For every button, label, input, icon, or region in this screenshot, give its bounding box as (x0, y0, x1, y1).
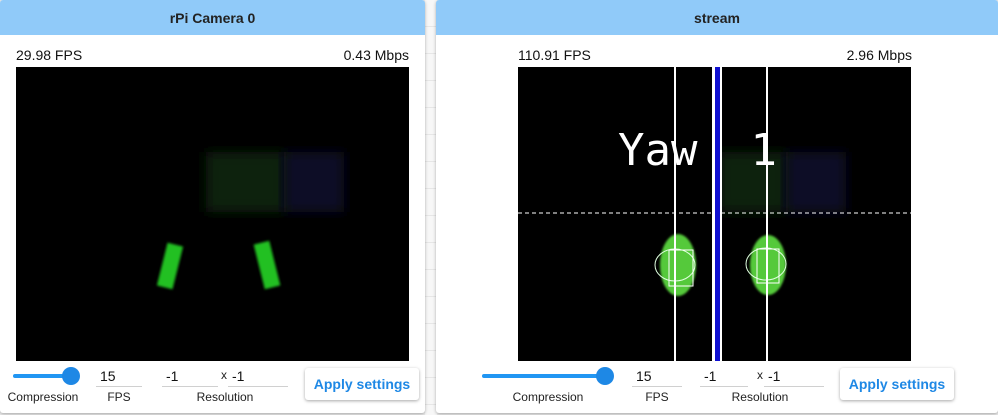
fps-input[interactable]: 15 (96, 367, 142, 387)
resolution-height-input[interactable]: -1 (764, 367, 824, 387)
resolution-width-input[interactable]: -1 (700, 367, 748, 387)
camera-panel-stream: stream 110.91 FPS 2.96 Mbps Yaw 1 Compre… (436, 0, 998, 413)
slider-thumb[interactable] (62, 367, 80, 385)
compression-label: Compression (512, 390, 584, 404)
panel-title: rPi Camera 0 (0, 0, 425, 35)
resolution-label: Resolution (196, 390, 254, 404)
compression-label: Compression (7, 390, 79, 404)
resolution-width-input[interactable]: -1 (162, 367, 218, 387)
compression-slider[interactable] (13, 367, 80, 385)
fps-stat: 110.91 FPS (518, 47, 591, 63)
bitrate-stat: 2.96 Mbps (846, 47, 912, 63)
fps-input[interactable]: 15 (632, 367, 682, 387)
panel-title: stream (436, 0, 998, 35)
dim-blue-glow (786, 152, 846, 212)
slider-track (482, 374, 604, 378)
fps-label: FPS (645, 390, 669, 404)
stream-video-feed: Yaw 1 (518, 67, 911, 361)
center-line (715, 67, 720, 361)
apply-settings-button[interactable]: Apply settings (840, 368, 954, 400)
left-target-blob (660, 234, 696, 296)
compression-slider[interactable] (482, 367, 614, 385)
resolution-separator: x (221, 368, 227, 382)
dim-blue-glow (284, 152, 344, 212)
camera-video-feed (16, 67, 409, 361)
resolution-separator: x (757, 368, 763, 382)
apply-settings-button[interactable]: Apply settings (305, 368, 419, 400)
camera-panel-rpi-camera-0: rPi Camera 0 29.98 FPS 0.43 Mbps Compres… (0, 0, 425, 413)
resolution-label: Resolution (731, 390, 789, 404)
bitrate-stat: 0.43 Mbps (343, 47, 409, 63)
fps-label: FPS (107, 390, 131, 404)
slider-thumb[interactable] (596, 367, 614, 385)
dim-target-glow (206, 152, 286, 212)
yaw-overlay-text: Yaw 1 (618, 125, 777, 176)
resolution-height-input[interactable]: -1 (228, 367, 288, 387)
fps-stat: 29.98 FPS (16, 47, 83, 63)
